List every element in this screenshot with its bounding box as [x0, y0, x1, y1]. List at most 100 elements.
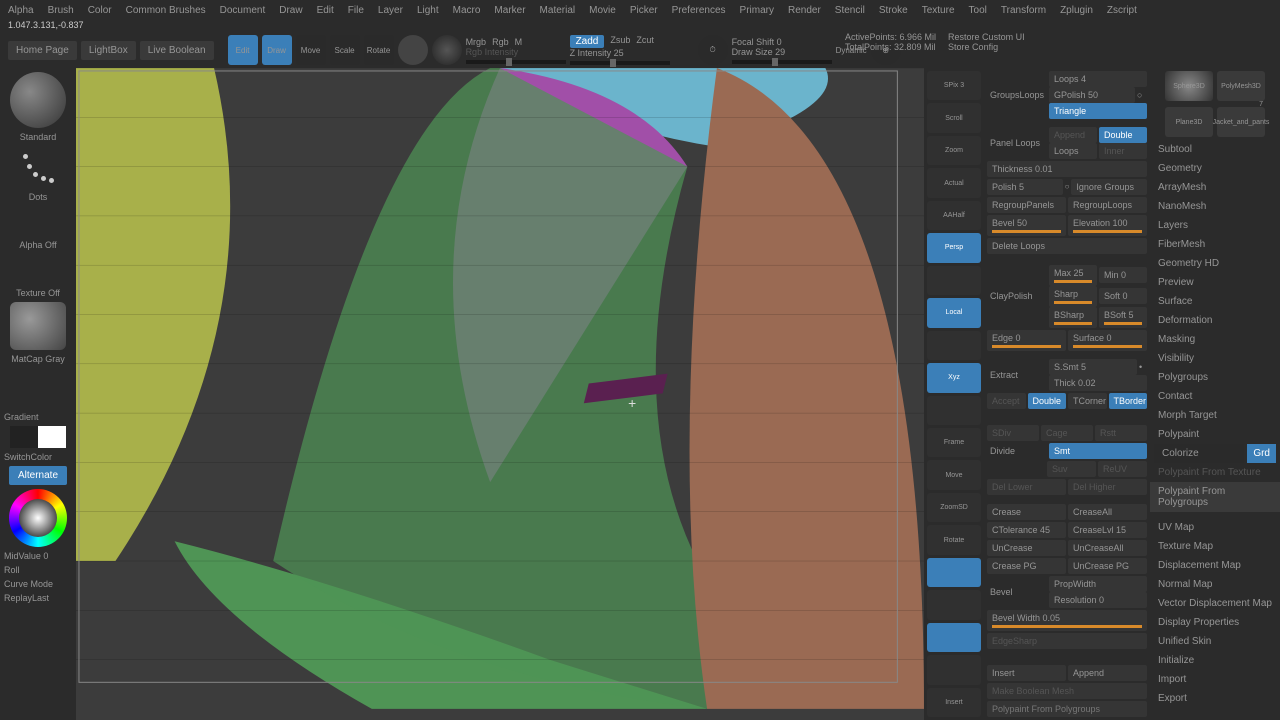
- max[interactable]: Max 25: [1049, 265, 1097, 286]
- regroup-panels[interactable]: RegroupPanels: [987, 197, 1066, 213]
- menu-primary[interactable]: Primary: [740, 5, 774, 16]
- menu-render[interactable]: Render: [788, 5, 821, 16]
- crease[interactable]: Crease: [987, 504, 1066, 520]
- shelf-lasso[interactable]: [927, 396, 981, 425]
- sharp[interactable]: Sharp: [1049, 286, 1097, 307]
- loops2[interactable]: Loops: [1049, 143, 1097, 159]
- lightbox-button[interactable]: LightBox: [81, 41, 136, 60]
- surface[interactable]: Surface 0: [1068, 330, 1147, 351]
- ppfp[interactable]: Polypaint From Polygroups: [987, 701, 1147, 717]
- elevation[interactable]: Elevation 100: [1068, 215, 1147, 236]
- shelf-persp[interactable]: Persp: [927, 233, 981, 262]
- regroup-loops[interactable]: RegroupLoops: [1068, 197, 1147, 213]
- panel-subtool[interactable]: Subtool: [1150, 140, 1280, 159]
- panel-contact[interactable]: Contact: [1150, 387, 1280, 406]
- menu-zscript[interactable]: Zscript: [1107, 5, 1137, 16]
- panel-display[interactable]: Display Properties: [1150, 613, 1280, 632]
- stroke-thumb[interactable]: [17, 146, 59, 188]
- draw-size-slider[interactable]: [732, 60, 832, 64]
- bsharp[interactable]: BSharp: [1049, 307, 1097, 328]
- tcorner[interactable]: TCorner: [1068, 393, 1107, 409]
- min[interactable]: Min 0: [1099, 267, 1147, 283]
- grd-button[interactable]: Grd: [1247, 444, 1276, 463]
- thickness[interactable]: Thickness 0.01: [987, 161, 1147, 177]
- store-config-button[interactable]: Store Config: [948, 42, 1025, 52]
- double2[interactable]: Double: [1028, 393, 1067, 409]
- shelf-frame[interactable]: Frame: [927, 428, 981, 457]
- switch-color[interactable]: SwitchColor: [4, 452, 52, 462]
- viewport[interactable]: +: [76, 68, 924, 720]
- shelf-solo[interactable]: [927, 655, 981, 684]
- creaseall[interactable]: CreaseAll: [1068, 504, 1147, 520]
- scale-tool[interactable]: Scale: [330, 35, 360, 65]
- rstt[interactable]: Rstt: [1095, 425, 1147, 441]
- menu-layer[interactable]: Layer: [378, 5, 403, 16]
- gizmo-icon[interactable]: [398, 35, 428, 65]
- rotate-tool[interactable]: Rotate: [364, 35, 394, 65]
- panel-dispmap[interactable]: Displacement Map: [1150, 556, 1280, 575]
- panel-polypaint[interactable]: Polypaint: [1150, 425, 1280, 444]
- zsub-button[interactable]: Zsub: [610, 35, 630, 48]
- panel-uvmap[interactable]: UV Map: [1150, 518, 1280, 537]
- append-button[interactable]: Append: [1049, 127, 1097, 143]
- polymesh3d[interactable]: PolyMesh3D: [1217, 71, 1265, 101]
- triangle-button[interactable]: Triangle: [1049, 103, 1147, 119]
- extract[interactable]: Extract: [987, 367, 1047, 383]
- panel-unified[interactable]: Unified Skin: [1150, 632, 1280, 651]
- resolution[interactable]: Resolution 0: [1049, 592, 1147, 608]
- material-thumb[interactable]: [10, 302, 66, 350]
- delhigher[interactable]: Del Higher: [1068, 479, 1147, 495]
- panel-arraymesh[interactable]: ArrayMesh: [1150, 178, 1280, 197]
- edit-tool[interactable]: Edit: [228, 35, 258, 65]
- restore-ui-button[interactable]: Restore Custom UI: [948, 32, 1025, 42]
- panel-normalmap[interactable]: Normal Map: [1150, 575, 1280, 594]
- panel-visibility[interactable]: Visibility: [1150, 349, 1280, 368]
- menu-document[interactable]: Document: [220, 5, 266, 16]
- shelf-local[interactable]: Local: [927, 298, 981, 327]
- texture-label[interactable]: Texture Off: [16, 288, 60, 298]
- panel-surface[interactable]: Surface: [1150, 292, 1280, 311]
- menu-texture[interactable]: Texture: [922, 5, 955, 16]
- shelf-xpose[interactable]: [927, 331, 981, 360]
- uncreasepg[interactable]: UnCrease PG: [1068, 558, 1147, 574]
- panel-nanomesh[interactable]: NanoMesh: [1150, 197, 1280, 216]
- suv[interactable]: Suv: [1047, 461, 1096, 477]
- panel-geometryhd[interactable]: Geometry HD: [1150, 254, 1280, 273]
- sdiv[interactable]: SDiv: [987, 425, 1039, 441]
- midvalue[interactable]: MidValue 0: [4, 551, 48, 561]
- menu-edit[interactable]: Edit: [317, 5, 334, 16]
- inner[interactable]: Inner: [1099, 143, 1147, 159]
- uncreaseall[interactable]: UnCreaseAll: [1068, 540, 1147, 556]
- menu-zplugin[interactable]: Zplugin: [1060, 5, 1093, 16]
- menu-draw[interactable]: Draw: [279, 5, 302, 16]
- m-button[interactable]: M: [515, 37, 523, 47]
- menu-light[interactable]: Light: [417, 5, 439, 16]
- menu-movie[interactable]: Movie: [589, 5, 616, 16]
- menu-preferences[interactable]: Preferences: [672, 5, 726, 16]
- menu-marker[interactable]: Marker: [494, 5, 525, 16]
- polish[interactable]: Polish 5: [987, 179, 1063, 195]
- soft[interactable]: Soft 0: [1099, 288, 1147, 304]
- cage[interactable]: Cage: [1041, 425, 1093, 441]
- panel-fibermesh[interactable]: FiberMesh: [1150, 235, 1280, 254]
- panel-initialize[interactable]: Initialize: [1150, 651, 1280, 670]
- curve-mode[interactable]: Curve Mode: [4, 579, 53, 589]
- brush-thumb[interactable]: [10, 72, 66, 128]
- panel-polygroups[interactable]: Polygroups: [1150, 368, 1280, 387]
- append2[interactable]: Append: [1068, 665, 1147, 681]
- insert[interactable]: Insert: [987, 665, 1066, 681]
- edgesharp[interactable]: EdgeSharp: [987, 633, 1147, 649]
- creaselvl[interactable]: CreaseLvl 15: [1068, 522, 1147, 538]
- dellower[interactable]: Del Lower: [987, 479, 1066, 495]
- menu-transform[interactable]: Transform: [1001, 5, 1046, 16]
- menu-stencil[interactable]: Stencil: [835, 5, 865, 16]
- panel-export[interactable]: Export: [1150, 689, 1280, 708]
- propwidth[interactable]: PropWidth: [1049, 576, 1147, 592]
- alpha-label[interactable]: Alpha Off: [19, 240, 56, 250]
- home-page-button[interactable]: Home Page: [8, 41, 77, 60]
- plane3d[interactable]: Plane3D: [1165, 107, 1213, 137]
- panel-layers[interactable]: Layers: [1150, 216, 1280, 235]
- menu-material[interactable]: Material: [540, 5, 576, 16]
- smt2[interactable]: Smt: [1049, 443, 1147, 459]
- shelf-insert[interactable]: Insert: [927, 688, 981, 717]
